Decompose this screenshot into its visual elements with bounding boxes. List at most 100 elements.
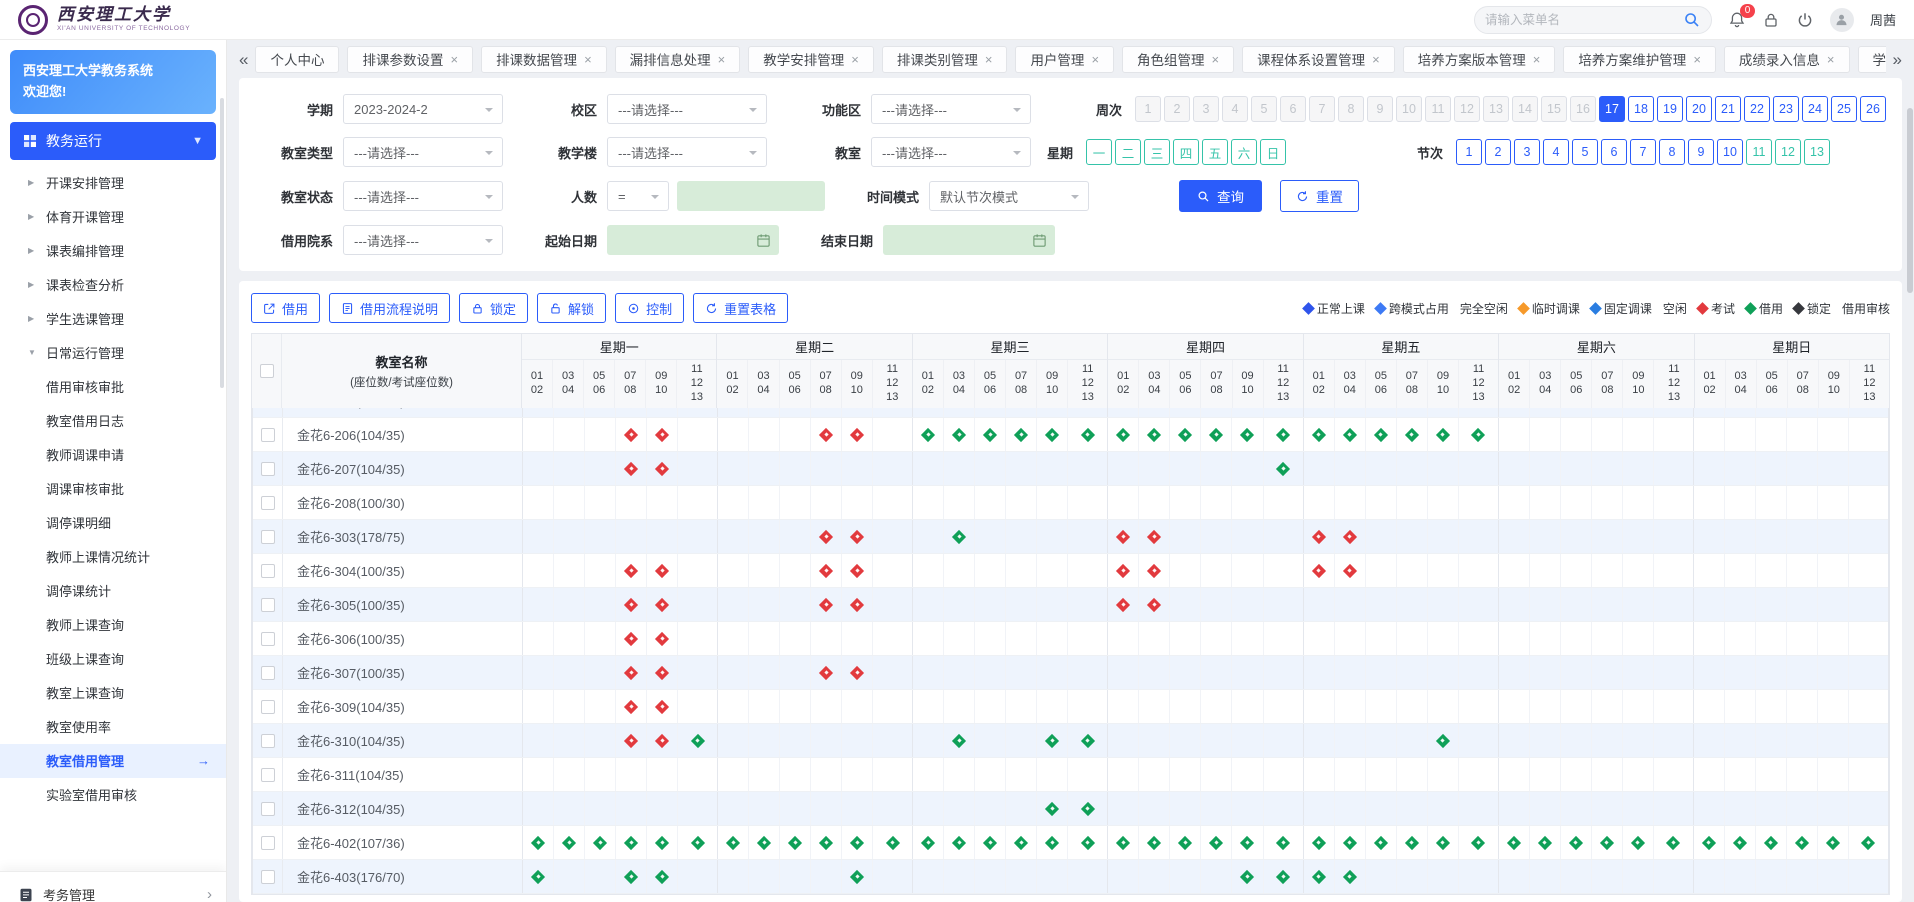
slot-cell[interactable] [554, 724, 585, 757]
slot-cell[interactable] [1335, 554, 1366, 587]
slot-cell[interactable] [1139, 860, 1170, 893]
tab-学生缓考审核[interactable]: 学生缓考审核× [1858, 46, 1886, 73]
slot-cell[interactable] [718, 588, 749, 621]
week-button-7[interactable]: 7 [1309, 96, 1335, 122]
slot-cell[interactable] [1232, 792, 1263, 825]
slot-cell[interactable] [1756, 408, 1787, 417]
row-checkbox[interactable] [261, 700, 275, 714]
slot-cell[interactable] [749, 622, 780, 655]
slot-cell[interactable] [842, 758, 873, 791]
slot-cell[interactable] [1592, 486, 1623, 519]
slot-cell[interactable] [1561, 588, 1592, 621]
slot-cell[interactable] [1139, 554, 1170, 587]
slot-cell[interactable] [523, 588, 554, 621]
slot-cell[interactable] [842, 690, 873, 723]
slot-cell[interactable] [1694, 758, 1725, 791]
slot-cell[interactable] [647, 690, 678, 723]
slot-cell[interactable] [523, 622, 554, 655]
slot-cell[interactable] [780, 656, 811, 689]
slot-cell[interactable] [1654, 826, 1693, 859]
slot-cell[interactable] [1304, 690, 1335, 723]
slot-cell[interactable] [913, 554, 944, 587]
slot-cell[interactable] [1428, 656, 1459, 689]
tab-排课参数设置[interactable]: 排课参数设置× [347, 46, 473, 73]
slot-cell[interactable] [1037, 656, 1068, 689]
submenu-item-借用审核审批[interactable]: 借用审核审批 [0, 370, 226, 404]
slot-cell[interactable] [1499, 520, 1530, 553]
slot-cell[interactable] [1849, 418, 1888, 451]
slot-cell[interactable] [1623, 588, 1654, 621]
slot-cell[interactable] [523, 758, 554, 791]
slot-cell[interactable] [1654, 724, 1693, 757]
slot-cell[interactable] [585, 486, 616, 519]
slot-cell[interactable] [749, 656, 780, 689]
submenu-item-教师调课申请[interactable]: 教师调课申请 [0, 438, 226, 472]
slot-cell[interactable] [873, 690, 912, 723]
tab-close-icon[interactable]: × [718, 52, 726, 67]
slot-cell[interactable] [1694, 690, 1725, 723]
slot-cell[interactable] [1530, 758, 1561, 791]
slot-cell[interactable] [1530, 690, 1561, 723]
slot-cell[interactable] [1037, 452, 1068, 485]
slot-cell[interactable] [749, 520, 780, 553]
tab-角色组管理[interactable]: 角色组管理× [1122, 46, 1234, 73]
semester-select[interactable]: 2023-2024-2 [343, 94, 503, 124]
slot-cell[interactable] [1139, 418, 1170, 451]
slot-cell[interactable] [1335, 690, 1366, 723]
row-checkbox[interactable] [261, 734, 275, 748]
slot-cell[interactable] [647, 860, 678, 893]
slot-cell[interactable] [647, 452, 678, 485]
slot-cell[interactable] [944, 690, 975, 723]
slot-cell[interactable] [1787, 860, 1818, 893]
slot-cell[interactable] [1068, 418, 1107, 451]
slot-cell[interactable] [1335, 452, 1366, 485]
slot-cell[interactable] [1428, 554, 1459, 587]
slot-cell[interactable] [678, 690, 717, 723]
slot-cell[interactable] [1304, 554, 1335, 587]
slot-cell[interactable] [1561, 418, 1592, 451]
slot-cell[interactable] [749, 408, 780, 417]
slot-cell[interactable] [1366, 724, 1397, 757]
slot-cell[interactable] [1459, 520, 1498, 553]
slot-cell[interactable] [616, 826, 647, 859]
slot-cell[interactable] [1397, 520, 1428, 553]
period-button-6[interactable]: 6 [1601, 139, 1627, 165]
slot-cell[interactable] [1787, 724, 1818, 757]
slot-cell[interactable] [718, 554, 749, 587]
slot-cell[interactable] [1499, 792, 1530, 825]
slot-cell[interactable] [842, 622, 873, 655]
row-checkbox[interactable] [261, 530, 275, 544]
slot-cell[interactable] [749, 486, 780, 519]
slot-cell[interactable] [554, 690, 585, 723]
slot-cell[interactable] [1756, 860, 1787, 893]
lock-screen-icon[interactable] [1762, 11, 1780, 29]
slot-cell[interactable] [1006, 520, 1037, 553]
slot-cell[interactable] [975, 486, 1006, 519]
slot-cell[interactable] [873, 656, 912, 689]
slot-cell[interactable] [554, 656, 585, 689]
slot-cell[interactable] [1756, 826, 1787, 859]
campus-select[interactable]: ---请选择--- [607, 94, 767, 124]
slot-cell[interactable] [1108, 520, 1139, 553]
row-checkbox[interactable] [261, 632, 275, 646]
slot-cell[interactable] [1170, 520, 1201, 553]
module-switcher[interactable]: 教务运行 ▼ [10, 122, 216, 160]
slot-cell[interactable] [873, 418, 912, 451]
slot-cell[interactable] [1756, 622, 1787, 655]
slot-cell[interactable] [1232, 724, 1263, 757]
slot-cell[interactable] [1756, 758, 1787, 791]
slot-cell[interactable] [1232, 520, 1263, 553]
slot-cell[interactable] [1592, 724, 1623, 757]
slot-cell[interactable] [678, 418, 717, 451]
slot-cell[interactable] [1232, 554, 1263, 587]
slot-cell[interactable] [1139, 724, 1170, 757]
slot-cell[interactable] [1068, 724, 1107, 757]
slot-cell[interactable] [1623, 520, 1654, 553]
slot-cell[interactable] [1428, 486, 1459, 519]
slot-cell[interactable] [554, 418, 585, 451]
slot-cell[interactable] [1366, 588, 1397, 621]
slot-cell[interactable] [616, 408, 647, 417]
slot-cell[interactable] [1623, 656, 1654, 689]
submenu-item-教室使用率[interactable]: 教室使用率 [0, 710, 226, 744]
slot-cell[interactable] [718, 758, 749, 791]
